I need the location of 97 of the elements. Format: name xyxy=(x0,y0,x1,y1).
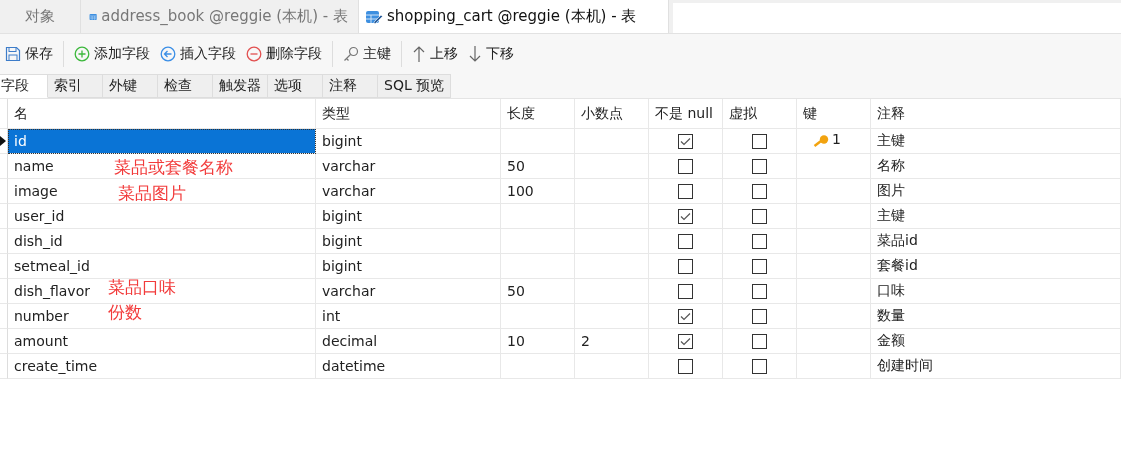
arrow-up-icon xyxy=(412,45,426,63)
sub-tab[interactable]: 选项 xyxy=(268,74,323,98)
checkbox[interactable] xyxy=(752,283,767,299)
sub-tab[interactable]: 注释 xyxy=(323,74,378,98)
column-header: 不是 null xyxy=(649,99,723,129)
down-button[interactable]: 下移 xyxy=(463,39,519,69)
row-marker-cell[interactable] xyxy=(0,354,8,379)
delete-icon xyxy=(246,46,262,62)
table-cell: decimal xyxy=(316,329,501,354)
annotation-text: 菜品或套餐名称 xyxy=(114,157,233,177)
field-name-cell[interactable]: setmeal_id xyxy=(8,254,316,279)
key-order: 1 xyxy=(832,131,841,147)
table-edit-icon xyxy=(365,8,383,25)
table-cell: 图片 xyxy=(871,179,1121,204)
checkbox[interactable] xyxy=(678,233,693,249)
insert-icon xyxy=(160,46,176,62)
checkbox[interactable] xyxy=(752,358,767,374)
table-cell: 菜品id xyxy=(871,229,1121,254)
checkbox[interactable] xyxy=(752,258,767,274)
checkbox[interactable] xyxy=(678,283,693,299)
table-cell: 100 xyxy=(501,179,575,204)
table-cell: 创建时间 xyxy=(871,354,1121,379)
checkbox[interactable] xyxy=(678,183,693,199)
checkbox[interactable] xyxy=(678,208,693,224)
row-marker-cell[interactable] xyxy=(0,254,8,279)
row-marker-cell[interactable] xyxy=(0,204,8,229)
up-button[interactable]: 上移 xyxy=(407,39,463,69)
row-marker-cell[interactable] xyxy=(0,154,8,179)
sub-tab[interactable]: SQL 预览 xyxy=(378,74,452,98)
table-cell: varchar xyxy=(316,154,501,179)
sub-tab[interactable]: 检查 xyxy=(158,74,213,98)
table-cell: 50 xyxy=(501,154,575,179)
table-cell: 主键 xyxy=(871,204,1121,229)
column-header: 长度 xyxy=(501,99,575,129)
table-cell: 主键 xyxy=(871,129,1121,154)
save-button[interactable]: 保存 xyxy=(0,39,58,69)
field-name-cell[interactable]: user_id xyxy=(8,204,316,229)
table-cell: 数量 xyxy=(871,304,1121,329)
sub-tab[interactable]: 外键 xyxy=(103,74,158,98)
row-marker-cell[interactable] xyxy=(0,179,8,204)
table-cell: 套餐id xyxy=(871,254,1121,279)
column-header: 小数点 xyxy=(575,99,649,129)
checkbox[interactable] xyxy=(752,233,767,249)
sub-tab[interactable]: 索引 xyxy=(48,74,103,98)
row-marker-cell[interactable] xyxy=(0,304,8,329)
checkbox[interactable] xyxy=(752,333,767,349)
column-header: 虚拟 xyxy=(723,99,797,129)
key-icon xyxy=(813,135,829,147)
row-marker-cell[interactable] xyxy=(0,329,8,354)
field-name-cell[interactable]: create_time xyxy=(8,354,316,379)
table-cell: 名称 xyxy=(871,154,1121,179)
checkbox[interactable] xyxy=(678,358,693,374)
checkbox[interactable] xyxy=(752,308,767,324)
field-name-cell[interactable]: amount xyxy=(8,329,316,354)
sub-tab[interactable]: 触发器 xyxy=(213,74,268,98)
table-cell: 口味 xyxy=(871,279,1121,304)
table-cell: bigint xyxy=(316,204,501,229)
checkbox[interactable] xyxy=(678,258,693,274)
checkbox[interactable] xyxy=(752,158,767,174)
checkbox[interactable] xyxy=(678,158,693,174)
table-cell: bigint xyxy=(316,254,501,279)
delete-button[interactable]: 删除字段 xyxy=(241,39,327,69)
table-cell: 金额 xyxy=(871,329,1121,354)
table-cell: 10 xyxy=(501,329,575,354)
key-button[interactable]: 主键 xyxy=(338,39,396,69)
editor-tab[interactable]: shopping_cart @reggie (本机) - 表 xyxy=(359,0,669,33)
checkbox[interactable] xyxy=(678,333,693,349)
save-icon xyxy=(5,46,21,62)
column-header: 类型 xyxy=(316,99,501,129)
table-cell: varchar xyxy=(316,179,501,204)
annotation-text: 菜品图片 xyxy=(118,183,186,203)
table-cell: 50 xyxy=(501,279,575,304)
table-cell: bigint xyxy=(316,129,501,154)
key-icon xyxy=(343,46,359,62)
arrow-down-icon xyxy=(468,45,482,63)
table-cell: 2 xyxy=(575,329,649,354)
column-header: 注释 xyxy=(871,99,1121,129)
row-marker-cell[interactable] xyxy=(0,279,8,304)
checkbox[interactable] xyxy=(752,133,767,149)
table-cell: varchar xyxy=(316,279,501,304)
annotation-text: 菜品口味 xyxy=(108,277,176,297)
table-cell: datetime xyxy=(316,354,501,379)
checkbox[interactable] xyxy=(678,308,693,324)
checkbox[interactable] xyxy=(752,183,767,199)
field-name-cell[interactable]: dish_id xyxy=(8,229,316,254)
annotation-text: 份数 xyxy=(108,302,142,322)
checkbox[interactable] xyxy=(752,208,767,224)
table-cell: int xyxy=(316,304,501,329)
insert-button[interactable]: 插入字段 xyxy=(155,39,241,69)
add-button[interactable]: 添加字段 xyxy=(69,39,155,69)
table-cell: bigint xyxy=(316,229,501,254)
row-marker-cell[interactable] xyxy=(0,229,8,254)
field-name-cell[interactable]: id xyxy=(8,129,316,154)
sub-tab[interactable]: 字段 xyxy=(0,74,48,98)
add-icon xyxy=(74,46,90,62)
column-header: 键 xyxy=(797,99,871,129)
checkbox[interactable] xyxy=(678,133,693,149)
